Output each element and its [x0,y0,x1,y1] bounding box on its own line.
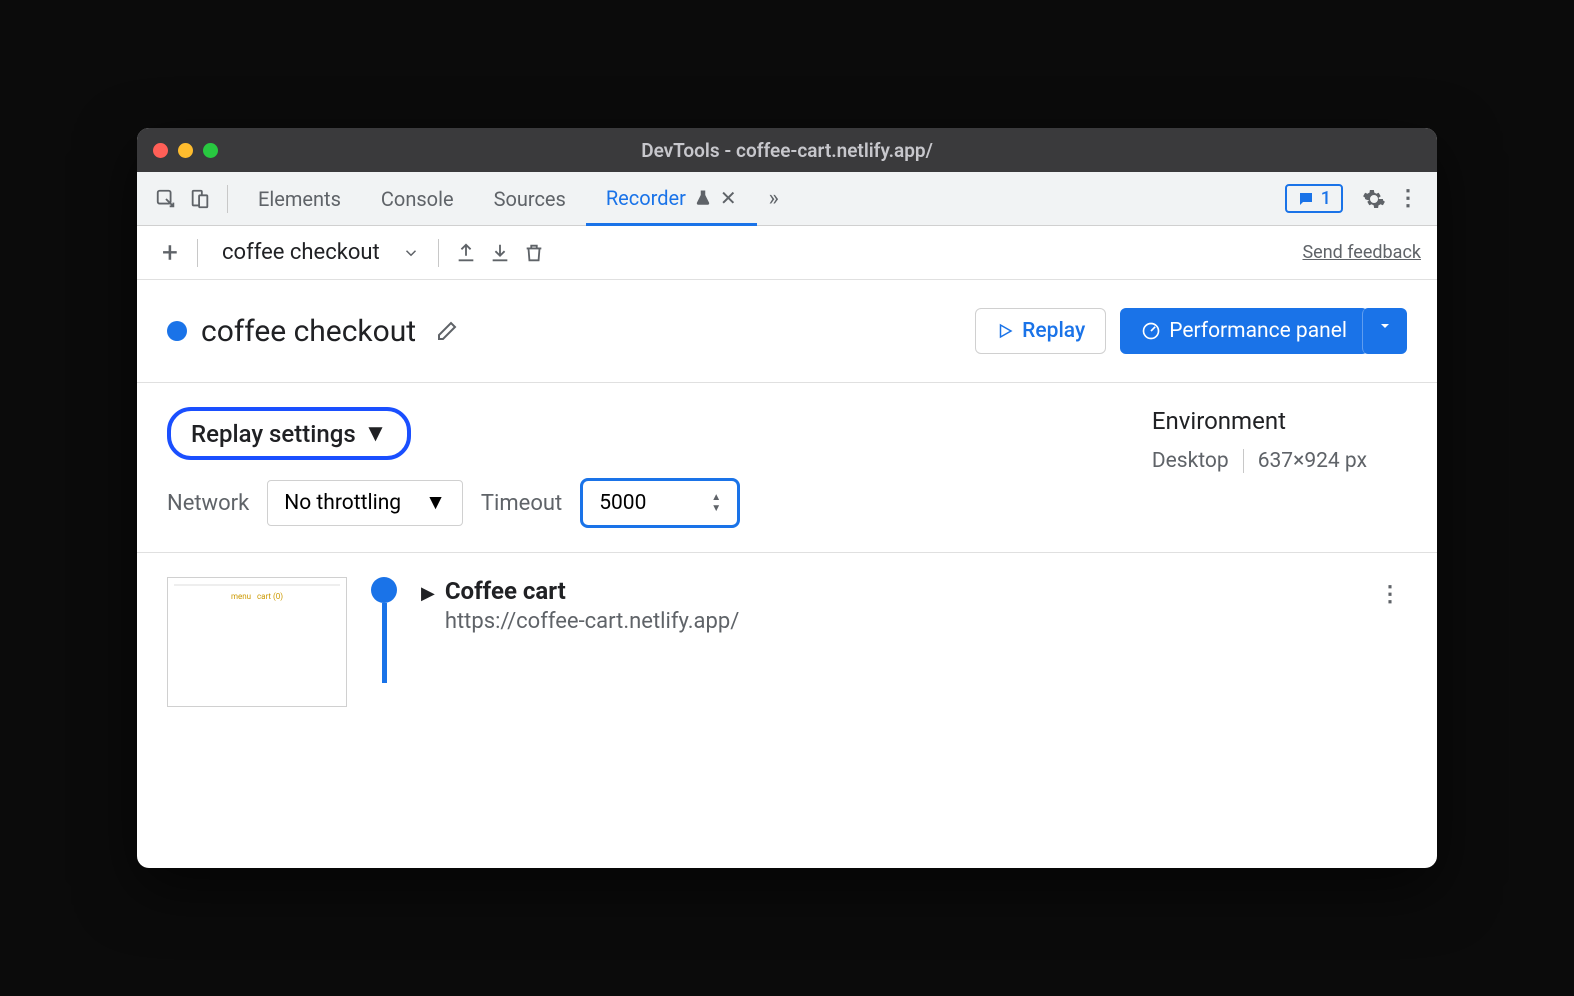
environment-column: Environment Desktop 637×924 px [1152,407,1367,528]
performance-panel-button[interactable]: Performance panel [1120,308,1368,354]
timeline-line [382,603,387,683]
tab-elements[interactable]: Elements [238,172,361,226]
settings-section: Replay settings ▼ Network No throttling … [137,383,1437,553]
send-feedback-link[interactable]: Send feedback [1302,242,1421,263]
chat-icon [1297,190,1315,208]
step-title: Coffee cart [445,577,739,605]
step-url: https://coffee-cart.netlify.app/ [445,609,739,634]
expand-step-icon[interactable]: ▶ [421,583,435,604]
environment-size: 637×924 px [1258,449,1367,473]
timeout-input[interactable]: 5000 ▲ ▼ [580,478,740,528]
network-label: Network [167,491,249,516]
network-throttling-select[interactable]: No throttling ▼ [267,480,463,526]
more-tabs-icon[interactable]: » [757,182,791,216]
recorder-toolbar: + coffee checkout Send feedback [137,226,1437,280]
replay-settings-column: Replay settings ▼ Network No throttling … [167,407,740,528]
replay-button-label: Replay [1022,319,1085,343]
gauge-icon [1141,321,1161,341]
step-menu-icon[interactable]: ⋮ [1373,577,1407,611]
replay-settings-toggle[interactable]: Replay settings ▼ [167,407,411,460]
chevron-down-icon[interactable] [394,236,428,270]
replay-button[interactable]: Replay [975,308,1106,354]
caret-down-icon: ▼ [364,419,388,448]
tab-sources[interactable]: Sources [474,172,586,226]
inspect-element-icon[interactable] [149,182,183,216]
step-timeline [371,577,397,683]
minimize-window-button[interactable] [178,143,193,158]
play-icon [996,322,1014,340]
divider [438,239,439,267]
performance-panel-label: Performance panel [1169,319,1347,343]
recording-status-dot [167,321,187,341]
recording-title: coffee checkout [201,314,416,349]
maximize-window-button[interactable] [203,143,218,158]
divider [227,185,228,213]
close-tab-icon[interactable]: ✕ [720,186,737,210]
tab-recorder[interactable]: Recorder ✕ [586,172,757,226]
window-controls [153,143,218,158]
new-recording-icon[interactable]: + [153,236,187,270]
replay-settings-fields: Network No throttling ▼ Timeout 5000 ▲ ▼ [167,478,740,528]
timeout-value: 5000 [599,491,646,515]
step-up-icon[interactable]: ▲ [711,492,721,503]
issues-count: 1 [1321,188,1331,209]
timeout-label: Timeout [481,491,562,516]
import-icon[interactable] [483,236,517,270]
device-toggle-icon[interactable] [183,182,217,216]
edit-name-icon[interactable] [430,314,464,348]
replay-settings-label: Replay settings [191,420,356,448]
environment-device: Desktop [1152,449,1229,473]
environment-title: Environment [1152,407,1367,435]
divider [1243,449,1244,473]
environment-info: Desktop 637×924 px [1152,449,1367,473]
divider [197,239,198,267]
export-icon[interactable] [449,236,483,270]
tab-console[interactable]: Console [361,172,474,226]
recording-selector-label: coffee checkout [222,240,380,265]
step-dot [371,577,397,603]
tab-recorder-label: Recorder [606,186,686,210]
network-throttling-value: No throttling [284,491,401,515]
number-stepper[interactable]: ▲ ▼ [711,492,721,514]
recording-header: coffee checkout Replay Performance panel [137,280,1437,383]
recording-selector[interactable]: coffee checkout [222,240,380,265]
settings-icon[interactable] [1357,182,1391,216]
step-down-icon[interactable]: ▼ [711,503,721,514]
titlebar: DevTools - coffee-cart.netlify.app/ [137,128,1437,172]
step-row[interactable]: ▶ Coffee cart https://coffee-cart.netlif… [421,577,739,634]
devtools-window: DevTools - coffee-cart.netlify.app/ Elem… [137,128,1437,868]
delete-icon[interactable] [517,236,551,270]
window-title: DevTools - coffee-cart.netlify.app/ [137,139,1437,162]
caret-down-icon: ▼ [425,491,446,515]
more-menu-icon[interactable]: ⋮ [1391,182,1425,216]
performance-dropdown-button[interactable] [1362,308,1407,354]
close-window-button[interactable] [153,143,168,158]
devtools-tabbar: Elements Console Sources Recorder ✕ » 1 … [137,172,1437,226]
flask-icon [694,189,712,207]
step-thumbnail: menu cart (0) [167,577,347,707]
issues-button[interactable]: 1 [1285,184,1343,213]
steps-list: menu cart (0) ▶ Coffee cart https://coff… [137,553,1437,731]
